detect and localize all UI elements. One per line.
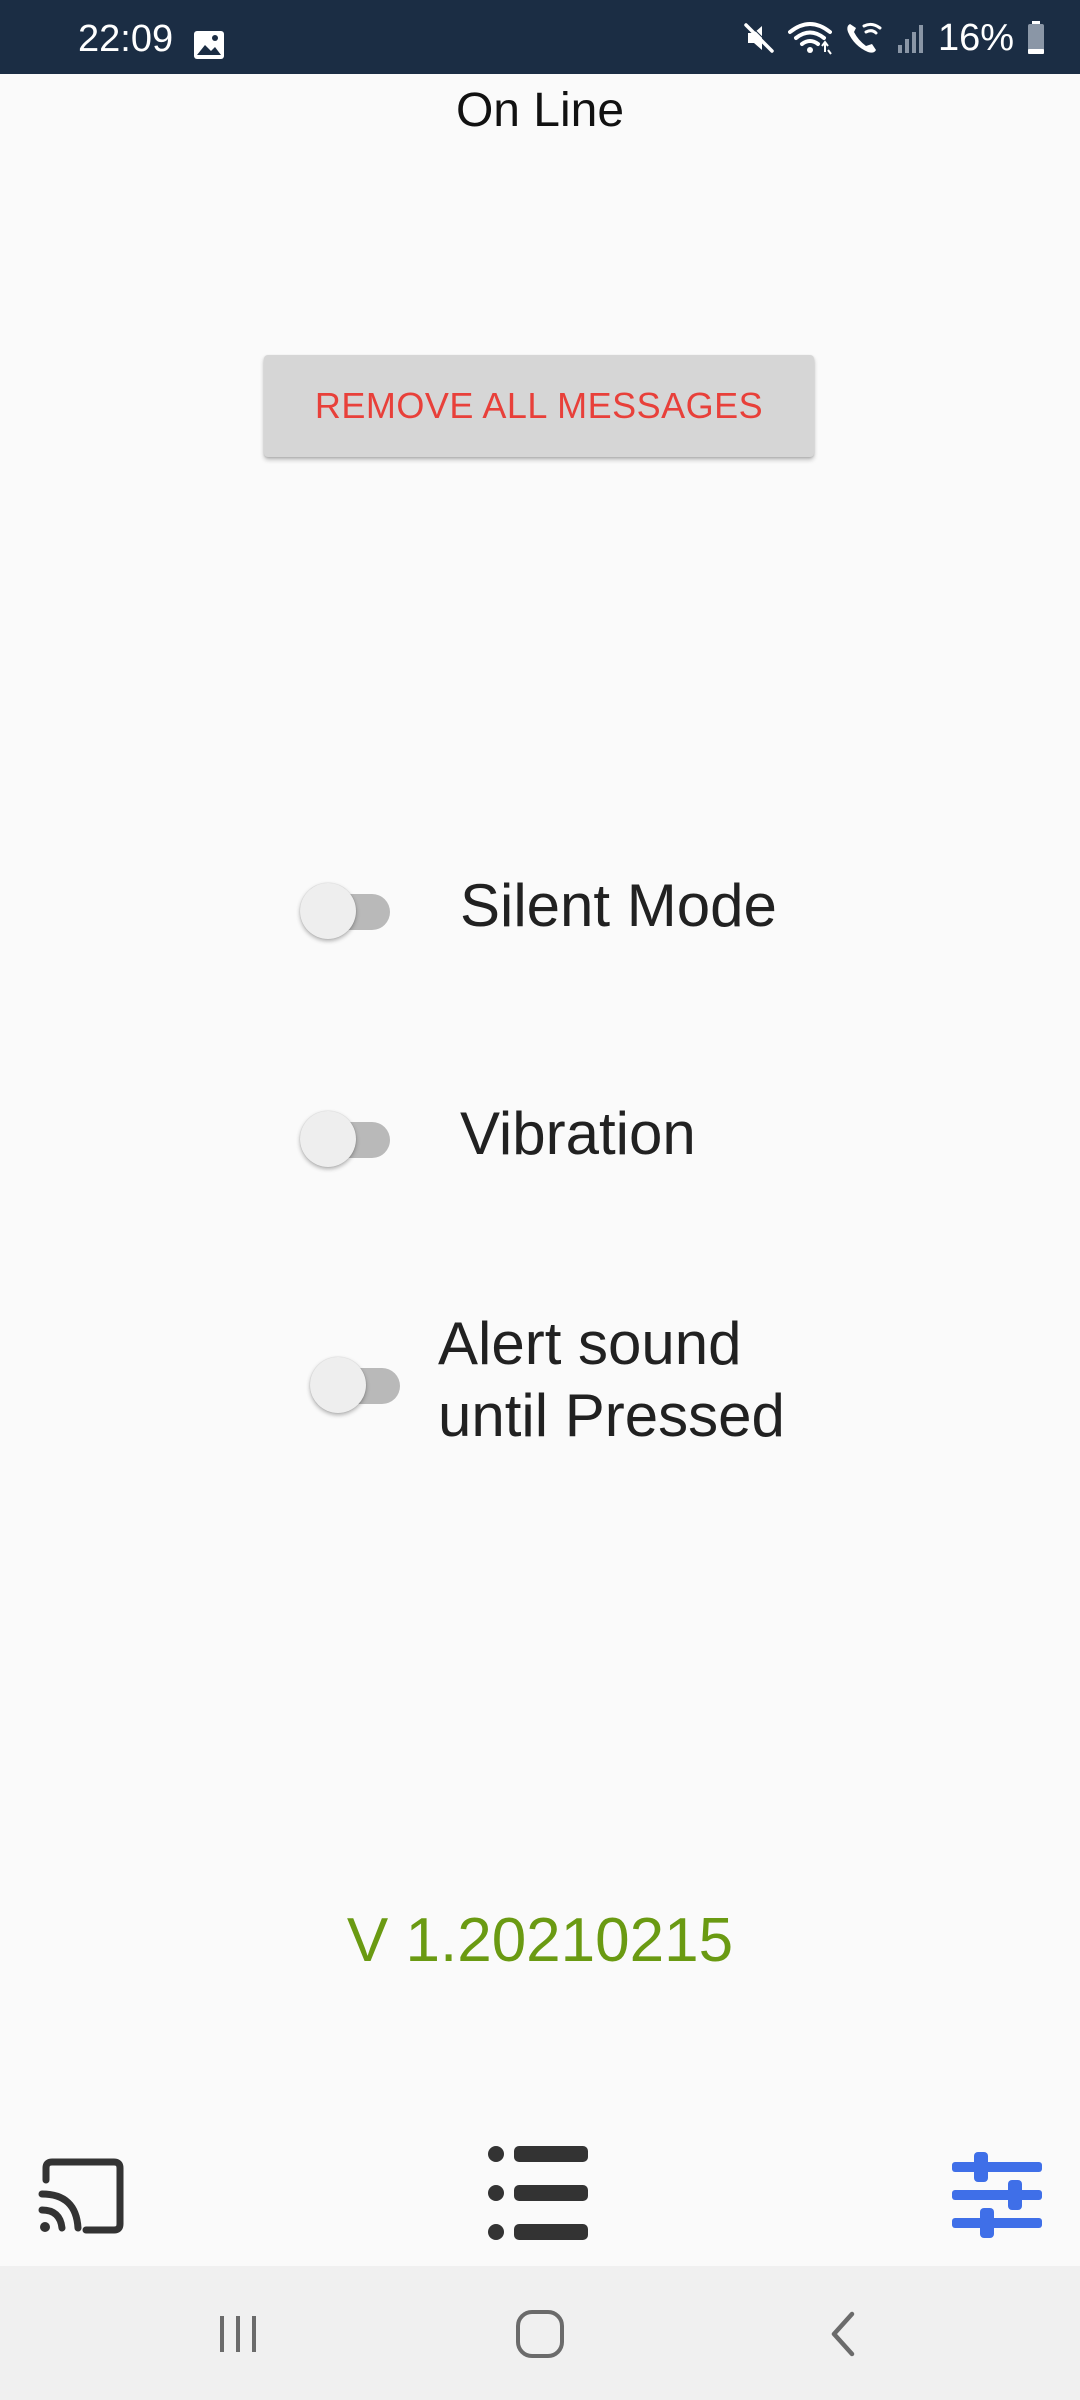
bottom-toolbar bbox=[0, 2120, 1080, 2266]
vibration-label: Vibration bbox=[460, 1100, 696, 1167]
recents-icon[interactable] bbox=[214, 2310, 262, 2358]
tune-icon[interactable] bbox=[950, 2150, 1044, 2240]
status-time: 22:09 bbox=[78, 18, 174, 60]
switch-thumb bbox=[300, 883, 356, 939]
status-icons: 16% bbox=[742, 18, 1046, 58]
alert-sound-label: Alert sound until Pressed bbox=[438, 1310, 785, 1449]
silent-mode-switch[interactable] bbox=[300, 876, 396, 939]
list-icon[interactable] bbox=[486, 2140, 592, 2246]
setting-row-vibration: Vibration bbox=[300, 1098, 696, 1170]
setting-row-silent-mode: Silent Mode bbox=[300, 870, 777, 942]
battery-percent: 16% bbox=[937, 17, 1014, 59]
battery-icon bbox=[1028, 21, 1044, 54]
status-bar: 22:09 16% bbox=[0, 0, 1080, 74]
version-label: V 1.20210215 bbox=[346, 1906, 734, 1975]
system-nav-bar bbox=[0, 2266, 1080, 2400]
silent-mode-label: Silent Mode bbox=[460, 872, 777, 939]
alert-sound-switch[interactable] bbox=[310, 1350, 406, 1413]
remove-all-messages-button[interactable]: REMOVE ALL MESSAGES bbox=[264, 355, 814, 457]
wifi-calling-icon bbox=[847, 22, 882, 53]
switch-thumb bbox=[310, 1357, 366, 1413]
mute-icon bbox=[744, 22, 775, 53]
wifi-icon bbox=[787, 22, 832, 55]
cast-icon[interactable] bbox=[36, 2158, 124, 2234]
home-icon[interactable] bbox=[514, 2308, 566, 2360]
vibration-switch[interactable] bbox=[300, 1104, 396, 1167]
signal-icon bbox=[897, 25, 923, 53]
page-title: On Line bbox=[455, 84, 625, 137]
setting-row-alert-sound: Alert sound until Pressed bbox=[310, 1308, 785, 1452]
back-icon[interactable] bbox=[820, 2310, 868, 2358]
switch-thumb bbox=[300, 1111, 356, 1167]
gallery-icon bbox=[194, 31, 224, 59]
